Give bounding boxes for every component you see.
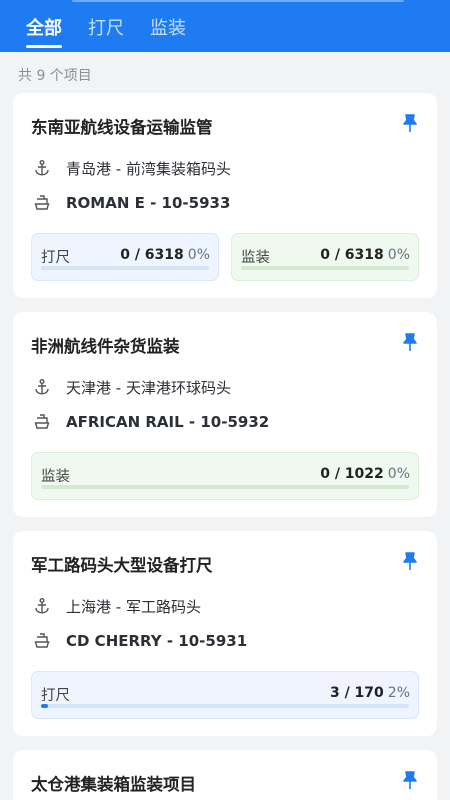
ship-icon [31, 411, 53, 433]
pin-icon[interactable] [401, 113, 419, 133]
progress-supervise[interactable]: 监装 0 / 1022 0% [31, 452, 419, 500]
progress-bar [41, 485, 409, 489]
anchor-icon [31, 376, 53, 398]
port-name: 青岛港 - 前湾集装箱码头 [66, 159, 231, 178]
project-card[interactable]: 军工路码头大型设备打尺 上海港 - 军工路码头 CD CHERRY - 10-5… [13, 531, 437, 736]
port-name: 天津港 - 天津港环球码头 [66, 378, 231, 397]
project-title: 东南亚航线设备运输监管 [31, 118, 213, 137]
vessel-row: AFRICAN RAIL - 10-5932 [31, 411, 269, 433]
port-row: 上海港 - 军工路码头 [31, 595, 201, 617]
progress-measure[interactable]: 打尺 3 / 170 2% [31, 671, 419, 719]
project-count: 共 9 个项目 [18, 68, 92, 84]
progress-measure[interactable]: 打尺 0 / 6318 0% [31, 233, 219, 281]
tab-supervise[interactable]: 监装 [150, 14, 186, 40]
progress-label: 打尺 [41, 250, 70, 266]
progress-bar [41, 266, 209, 270]
search-strip[interactable] [72, 0, 404, 2]
progress-label: 监装 [241, 250, 270, 266]
tab-measure[interactable]: 打尺 [88, 14, 124, 40]
vessel-row: CD CHERRY - 10-5931 [31, 630, 247, 652]
anchor-icon [31, 157, 53, 179]
vessel-name: ROMAN E - 10-5933 [66, 194, 231, 212]
project-title: 非洲航线件杂货监装 [31, 337, 180, 356]
vessel-row: ROMAN E - 10-5933 [31, 192, 230, 214]
pin-icon[interactable] [401, 332, 419, 352]
progress-bar [41, 704, 409, 708]
ship-icon [31, 192, 53, 214]
vessel-name: CD CHERRY - 10-5931 [66, 632, 248, 650]
tab-all[interactable]: 全部 [26, 14, 62, 48]
progress-value: 3 / 170 2% [329, 685, 410, 701]
project-title: 太仓港集装箱监装项目 [31, 775, 196, 794]
progress-value: 0 / 1022 0% [320, 466, 410, 482]
progress-bar [241, 266, 409, 270]
progress-value: 0 / 6318 0% [320, 247, 410, 263]
project-card[interactable]: 东南亚航线设备运输监管 青岛港 - 前湾集装箱码头 ROMAN E - 10-5… [13, 93, 437, 298]
progress-value: 0 / 6318 0% [120, 247, 210, 263]
progress-label: 监装 [41, 469, 70, 485]
pin-icon[interactable] [401, 551, 419, 571]
filter-tabs: 全部 打尺 监装 [26, 0, 450, 52]
progress-label: 打尺 [41, 688, 70, 704]
port-name: 上海港 - 军工路码头 [66, 597, 201, 616]
ship-icon [31, 630, 53, 652]
port-row: 天津港 - 天津港环球码头 [31, 376, 231, 398]
top-bar: 全部 打尺 监装 [0, 0, 450, 52]
pin-icon[interactable] [401, 770, 419, 790]
project-title: 军工路码头大型设备打尺 [31, 556, 213, 575]
project-card[interactable]: 太仓港集装箱监装项目 [13, 750, 437, 800]
vessel-name: AFRICAN RAIL - 10-5932 [66, 413, 270, 431]
port-row: 青岛港 - 前湾集装箱码头 [31, 157, 231, 179]
project-card[interactable]: 非洲航线件杂货监装 天津港 - 天津港环球码头 AFRICAN RAIL - 1… [13, 312, 437, 517]
anchor-icon [31, 595, 53, 617]
progress-supervise[interactable]: 监装 0 / 6318 0% [231, 233, 419, 281]
